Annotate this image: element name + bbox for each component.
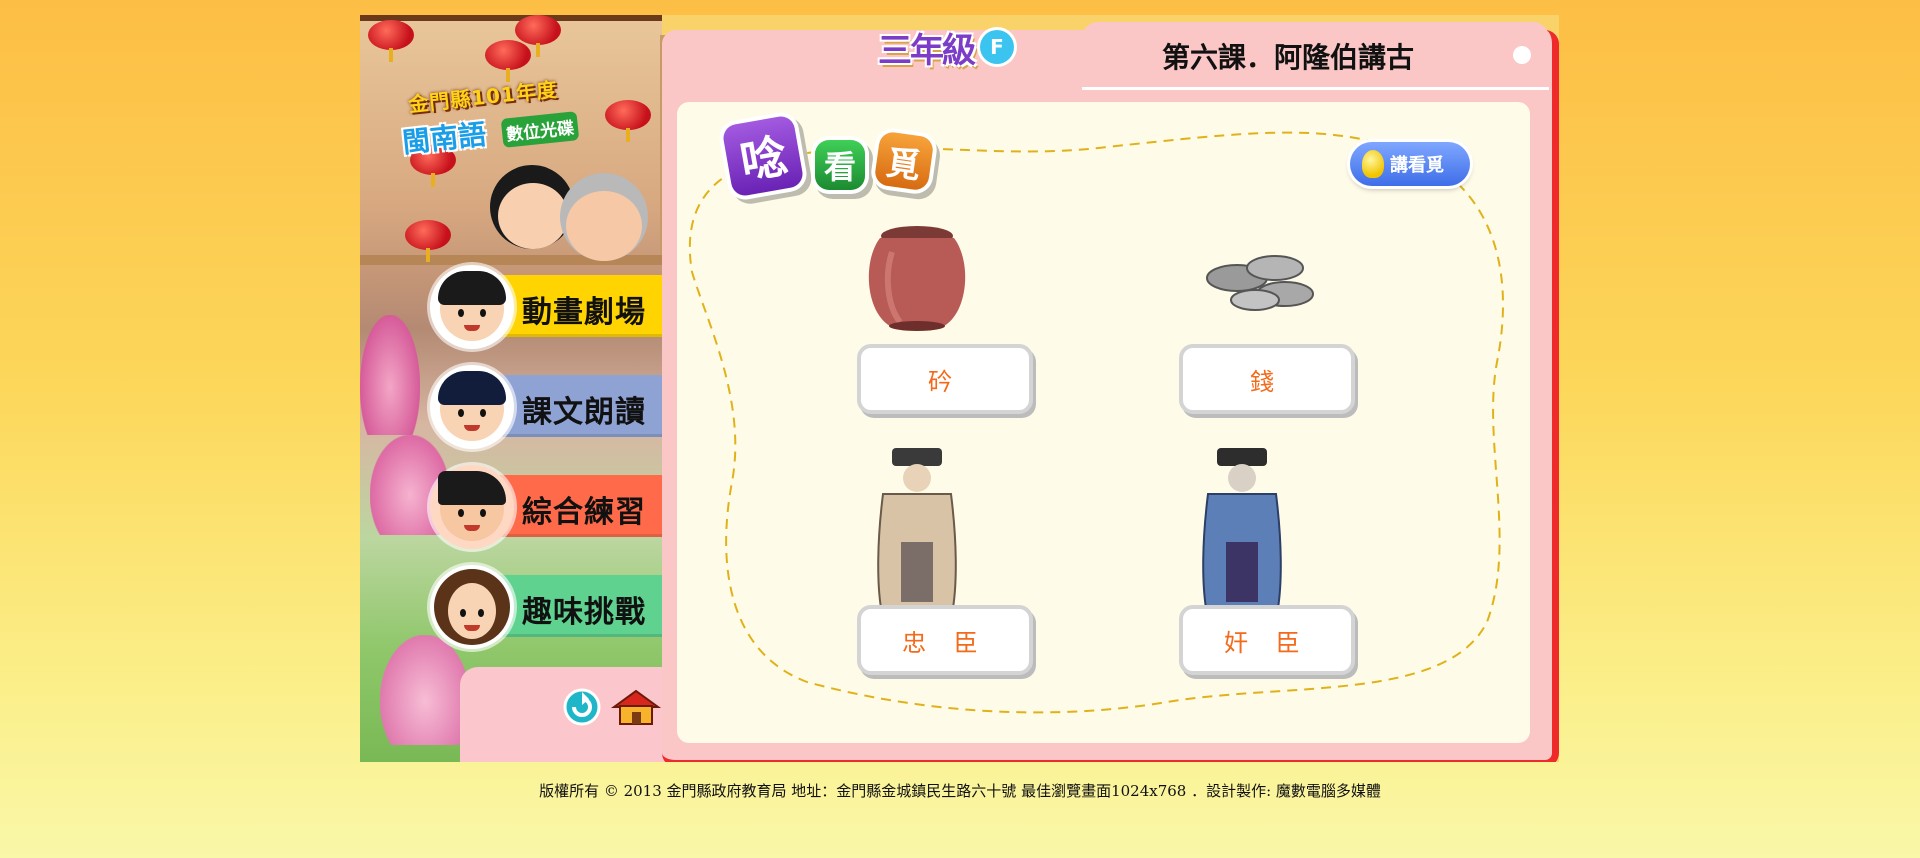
jar-image — [868, 226, 966, 331]
menu-item-label: 課文朗讀 — [522, 395, 646, 430]
lantern-icon — [368, 20, 414, 62]
heading-char: 覓 — [873, 130, 935, 192]
menu-item-comprehensive-practice[interactable]: 綜合練習 — [430, 465, 664, 549]
logo-line3: 數位光碟 — [500, 111, 580, 148]
spiky-boy-avatar-icon — [430, 465, 514, 549]
lesson-title: 第六課．阿隆伯講古 — [1162, 41, 1415, 74]
dashed-cloud-border — [688, 131, 1504, 714]
app-logo: 金門縣101年度 閩南語 數位光碟 — [400, 73, 612, 173]
word-card-loyal-minister[interactable]: 忠 臣 — [857, 605, 1033, 675]
lantern-icon — [485, 40, 531, 82]
menu-item-animation-theater[interactable]: 動畫劇場 — [430, 265, 664, 349]
heading-char: 唸 — [721, 114, 805, 198]
word-card-label: 奸 臣 — [1224, 628, 1310, 657]
logo-line1: 金門縣101年度 — [407, 77, 559, 117]
heading-char: 看 — [815, 140, 865, 190]
logo-line2: 閩南語 — [400, 117, 488, 160]
menu-item-label: 趣味挑戰 — [522, 595, 646, 630]
roof-beam — [360, 15, 662, 21]
home-icon[interactable] — [610, 687, 662, 727]
flower-decoration — [360, 315, 420, 435]
grade-letter-badge: F — [980, 30, 1014, 64]
menu-item-fun-challenge[interactable]: 趣味挑戰 — [430, 565, 664, 649]
app-window: 金門縣101年度 閩南語 數位光碟 動畫劇場 課文朗讀 綜合練習 趣味挑戰 第六… — [360, 15, 1559, 762]
word-card-traitor-minister[interactable]: 奸 臣 — [1179, 605, 1355, 675]
word-card-label: 錢 — [1250, 367, 1284, 396]
menu-item-label: 綜合練習 — [522, 495, 646, 530]
grade-badge: 三年級 F — [878, 25, 1014, 71]
menu-item-text-reading[interactable]: 課文朗讀 — [430, 365, 664, 449]
close-dot-icon[interactable] — [1513, 46, 1531, 64]
lesson-frame: 第六課．阿隆伯講古 唸 看 覓 講看覓 砛 錢 忠 臣 奸 臣 — [662, 22, 1559, 762]
loyal-minister-image — [877, 448, 957, 609]
traitor-minister-image — [1202, 448, 1282, 609]
curly-girl-avatar-icon — [430, 565, 514, 649]
boy-avatar-icon — [430, 365, 514, 449]
hint-button[interactable]: 講看覓 — [1350, 142, 1470, 186]
back-arrow-icon[interactable] — [562, 687, 602, 727]
girl-avatar-icon — [430, 265, 514, 349]
menu-item-label: 動畫劇場 — [522, 295, 646, 330]
word-card-label: 砛 — [928, 367, 962, 396]
lantern-icon — [515, 15, 561, 57]
word-card-jar[interactable]: 砛 — [857, 344, 1033, 414]
flower-decoration — [380, 635, 470, 745]
girl-mascot-face — [498, 183, 568, 249]
word-card-coins[interactable]: 錢 — [1179, 344, 1355, 414]
word-card-label: 忠 臣 — [902, 628, 988, 657]
grandpa-mascot-face — [566, 191, 642, 261]
hint-button-label: 講看覓 — [1390, 155, 1444, 176]
coins-image — [1206, 255, 1314, 311]
content-panel: 唸 看 覓 講看覓 砛 錢 忠 臣 奸 臣 — [677, 102, 1530, 743]
lesson-title-tab: 第六課．阿隆伯講古 — [1082, 22, 1549, 90]
copyright-footer: 版權所有 © 2013 金門縣政府教育局 地址：金門縣金城鎮民生路六十號 最佳瀏… — [539, 782, 1381, 800]
lantern-icon — [405, 220, 451, 262]
grade-label: 三年級 — [878, 30, 976, 71]
bottom-nav-panel — [460, 667, 670, 762]
lightbulb-icon — [1362, 150, 1384, 178]
